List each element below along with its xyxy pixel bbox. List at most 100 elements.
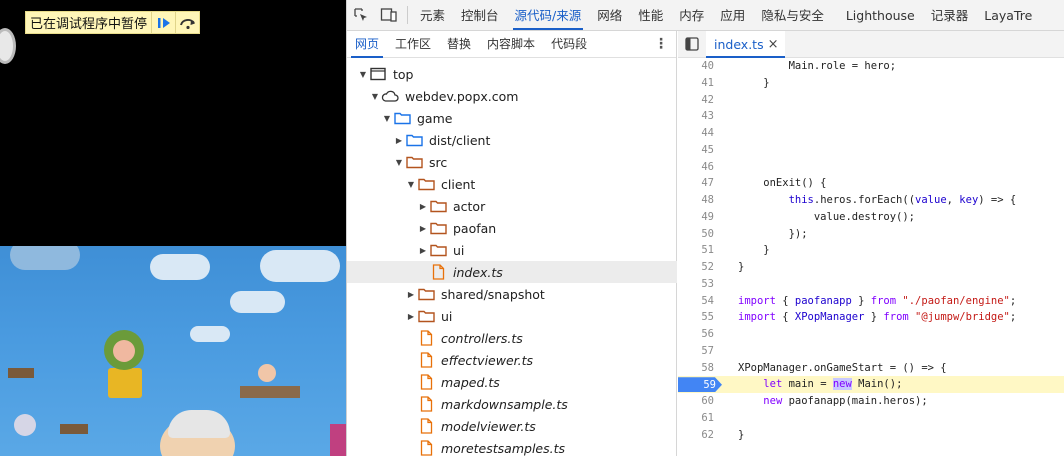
line-number[interactable]: 40 bbox=[678, 58, 716, 75]
tree-folder-item[interactable]: ▶ shared/snapshot bbox=[347, 283, 677, 305]
collapse-arrow-icon[interactable]: ▶ bbox=[417, 217, 429, 239]
code-line[interactable]: 48 this.heros.forEach((value, key) => { bbox=[678, 192, 1064, 209]
line-number[interactable]: 42 bbox=[678, 92, 716, 109]
code-line[interactable]: 57 bbox=[678, 343, 1064, 360]
code-line[interactable]: 45 bbox=[678, 142, 1064, 159]
tab-console[interactable]: 控制台 bbox=[453, 0, 507, 30]
tab-privacy-security[interactable]: 隐私与安全 bbox=[753, 0, 832, 30]
tab-sources[interactable]: 源代码/来源 bbox=[507, 0, 590, 30]
code-line[interactable]: 44 bbox=[678, 125, 1064, 142]
collapse-arrow-icon[interactable]: ▶ bbox=[405, 305, 417, 327]
tab-application[interactable]: 应用 bbox=[712, 0, 753, 30]
tree-folder-item[interactable]: ▼ src bbox=[347, 151, 677, 173]
collapse-arrow-icon[interactable]: ▶ bbox=[393, 129, 405, 151]
line-number[interactable]: 62 bbox=[678, 427, 716, 444]
tree-folder-item[interactable]: ▶ paofan bbox=[347, 217, 677, 239]
line-number[interactable]: 51 bbox=[678, 242, 716, 259]
expand-arrow-icon[interactable]: ▼ bbox=[357, 63, 369, 85]
tab-layatree[interactable]: LayaTre bbox=[976, 0, 1040, 30]
tab-lighthouse[interactable]: Lighthouse bbox=[838, 0, 923, 30]
tree-file-item[interactable]: effectviewer.ts bbox=[347, 349, 677, 371]
code-line-paused[interactable]: 59 let main = new Main(); bbox=[678, 376, 1064, 393]
code-line[interactable]: 55 import { XPopManager } from "@jumpw/br… bbox=[678, 309, 1064, 326]
tree-folder-item[interactable]: ▼ top bbox=[347, 63, 677, 85]
line-number[interactable]: 49 bbox=[678, 209, 716, 226]
inspect-element-button[interactable] bbox=[347, 0, 375, 30]
breakpoint-line-number[interactable]: 59 bbox=[678, 376, 722, 393]
line-number[interactable]: 44 bbox=[678, 125, 716, 142]
nav-tab-workspace[interactable]: 工作区 bbox=[387, 31, 439, 58]
tree-file-item[interactable]: index.ts bbox=[347, 261, 677, 283]
line-number[interactable]: 43 bbox=[678, 108, 716, 125]
code-line[interactable]: 62} bbox=[678, 427, 1064, 444]
line-number[interactable]: 56 bbox=[678, 326, 716, 343]
code-line[interactable]: 40 Main.role = hero; bbox=[678, 58, 1064, 75]
tab-network[interactable]: 网络 bbox=[589, 0, 630, 30]
tree-folder-item[interactable]: ▶ ui bbox=[347, 239, 677, 261]
code-line[interactable]: 42 bbox=[678, 92, 1064, 109]
tree-file-item[interactable]: controllers.ts bbox=[347, 327, 677, 349]
tree-folder-item[interactable]: ▶ actor bbox=[347, 195, 677, 217]
line-number[interactable]: 54 bbox=[678, 293, 716, 310]
code-line[interactable]: 52} bbox=[678, 259, 1064, 276]
tree-file-item[interactable]: maped.ts bbox=[347, 371, 677, 393]
code-line[interactable]: 43 bbox=[678, 108, 1064, 125]
tree-file-item[interactable]: modelviewer.ts bbox=[347, 415, 677, 437]
code-line[interactable]: 41 } bbox=[678, 75, 1064, 92]
expand-arrow-icon[interactable]: ▼ bbox=[369, 85, 381, 107]
more-options-icon[interactable]: ⋮ bbox=[654, 31, 668, 58]
tab-elements[interactable]: 元素 bbox=[412, 0, 453, 30]
device-toolbar-button[interactable] bbox=[375, 0, 403, 30]
expand-arrow-icon[interactable]: ▼ bbox=[393, 151, 405, 173]
code-line[interactable]: 61 bbox=[678, 410, 1064, 427]
code-line[interactable]: 49 value.destroy(); bbox=[678, 209, 1064, 226]
close-tab-icon[interactable]: × bbox=[768, 37, 779, 52]
tab-recorder[interactable]: 记录器 bbox=[923, 0, 977, 30]
tree-file-item[interactable]: moretestsamples.ts bbox=[347, 437, 677, 456]
line-number[interactable]: 60 bbox=[678, 393, 716, 410]
code-line[interactable]: 60 new paofanapp(main.heros); bbox=[678, 393, 1064, 410]
nav-tab-snippets[interactable]: 代码段 bbox=[543, 31, 595, 58]
line-number[interactable]: 53 bbox=[678, 276, 716, 293]
expand-arrow-icon[interactable]: ▼ bbox=[405, 173, 417, 195]
code-line[interactable]: 46 bbox=[678, 159, 1064, 176]
nav-tab-overrides[interactable]: 替换 bbox=[439, 31, 479, 58]
tree-folder-item[interactable]: ▼ client bbox=[347, 173, 677, 195]
code-line[interactable]: 47 onExit() { bbox=[678, 175, 1064, 192]
code-line[interactable]: 51 } bbox=[678, 242, 1064, 259]
resume-button[interactable] bbox=[151, 12, 175, 33]
tree-file-item[interactable]: markdownsample.ts bbox=[347, 393, 677, 415]
tree-folder-item[interactable]: ▼ game bbox=[347, 107, 677, 129]
line-number[interactable]: 57 bbox=[678, 343, 716, 360]
step-over-button[interactable] bbox=[175, 12, 199, 33]
line-number[interactable]: 61 bbox=[678, 410, 716, 427]
tab-performance[interactable]: 性能 bbox=[630, 0, 671, 30]
code-line[interactable]: 53 bbox=[678, 276, 1064, 293]
tab-memory[interactable]: 内存 bbox=[671, 0, 712, 30]
collapse-arrow-icon[interactable]: ▶ bbox=[417, 239, 429, 261]
editor-tab-index-ts[interactable]: index.ts × bbox=[706, 30, 785, 58]
tree-folder-item[interactable]: ▶ ui bbox=[347, 305, 677, 327]
line-number[interactable]: 45 bbox=[678, 142, 716, 159]
collapse-arrow-icon[interactable]: ▶ bbox=[405, 283, 417, 305]
code-line[interactable]: 50 }); bbox=[678, 226, 1064, 243]
line-number[interactable]: 52 bbox=[678, 259, 716, 276]
nav-tab-page[interactable]: 网页 bbox=[347, 31, 387, 58]
code-line[interactable]: 54 import { paofanapp } from "./paofan/en… bbox=[678, 293, 1064, 310]
code-line[interactable]: 58 XPopManager.onGameStart = () => { bbox=[678, 360, 1064, 377]
collapse-arrow-icon[interactable]: ▶ bbox=[417, 195, 429, 217]
line-number[interactable]: 55 bbox=[678, 309, 716, 326]
toggle-navigator-button[interactable] bbox=[678, 31, 706, 58]
expand-arrow-icon[interactable]: ▼ bbox=[381, 107, 393, 129]
nav-tab-content-scripts[interactable]: 内容脚本 bbox=[479, 31, 543, 58]
tree-folder-item[interactable]: ▼ webdev.popx.com bbox=[347, 85, 677, 107]
code-line[interactable]: 56 bbox=[678, 326, 1064, 343]
line-number[interactable]: 46 bbox=[678, 159, 716, 176]
line-number[interactable]: 50 bbox=[678, 226, 716, 243]
tree-folder-item[interactable]: ▶ dist/client bbox=[347, 129, 677, 151]
line-number[interactable]: 41 bbox=[678, 75, 716, 92]
line-number[interactable]: 58 bbox=[678, 360, 716, 377]
code-area[interactable]: 40 Main.role = hero; 41 } 42 43 44 45 46 47 onE… bbox=[678, 58, 1064, 456]
line-number[interactable]: 48 bbox=[678, 192, 716, 209]
line-number[interactable]: 47 bbox=[678, 175, 716, 192]
